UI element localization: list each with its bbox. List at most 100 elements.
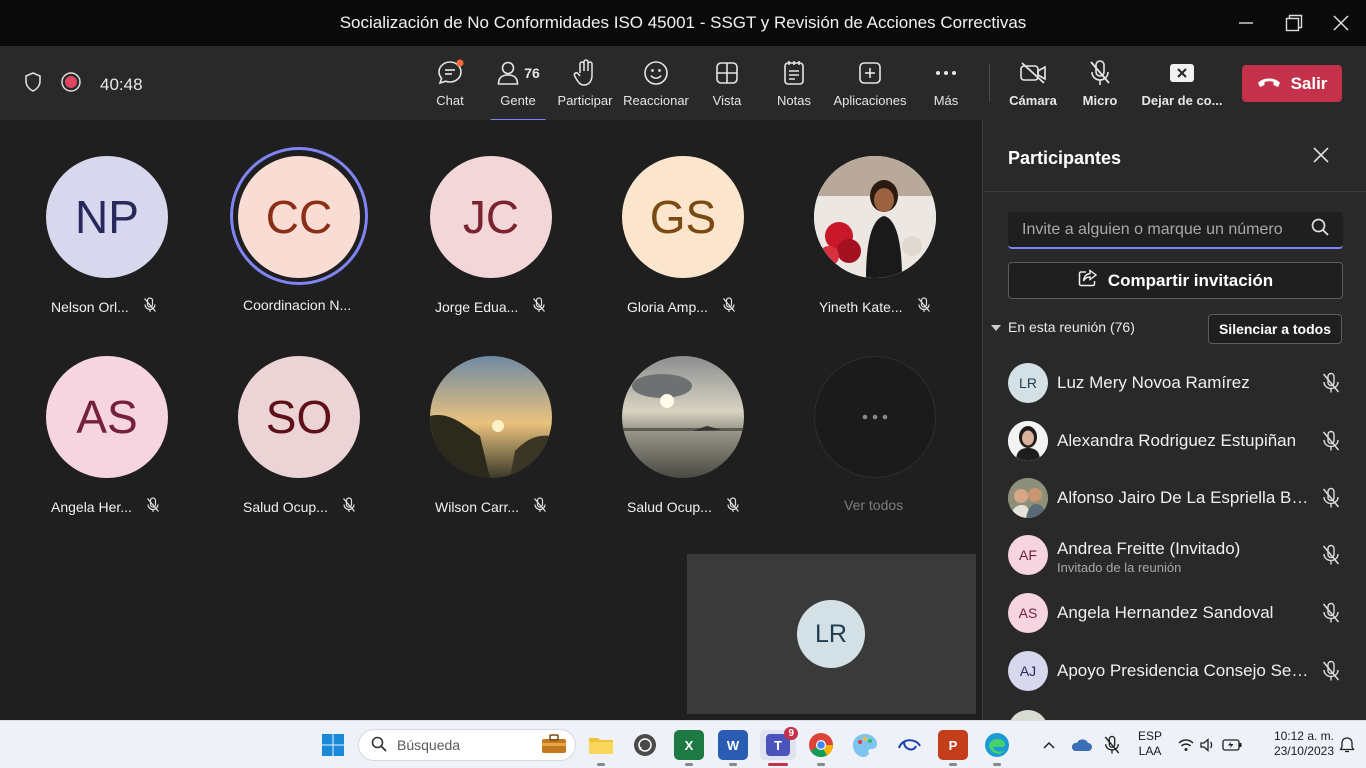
participant-row[interactable]: AS Angela Hernandez Sandoval	[983, 585, 1366, 641]
participant-photo-avatar[interactable]	[622, 356, 744, 478]
camera-off-icon	[1019, 58, 1047, 88]
windows-start-button[interactable]	[318, 730, 348, 760]
chat-button[interactable]: Chat	[434, 58, 466, 114]
powerpoint-icon[interactable]: P	[938, 730, 968, 760]
mic-label: Micro	[1082, 93, 1118, 108]
view-all-label[interactable]: Ver todos	[844, 497, 903, 513]
participant-avatar[interactable]: AS	[46, 356, 168, 478]
whatsapp-icon[interactable]	[630, 730, 660, 760]
notification-icon[interactable]	[1336, 730, 1358, 760]
participant-photo-avatar[interactable]	[814, 156, 936, 278]
leave-label: Salir	[1290, 73, 1328, 93]
mic-muted-icon	[722, 297, 736, 316]
clock[interactable]: 10:12 a. m. 23/10/2023	[1254, 729, 1334, 759]
participant-photo-avatar[interactable]	[430, 356, 552, 478]
video-stage: NP Nelson Orl... CC Coordinacion N... JC…	[0, 120, 982, 720]
clock-date: 23/10/2023	[1273, 744, 1334, 758]
participant-row[interactable]: Alfonso Jairo De La Espriella Bur...	[983, 470, 1366, 526]
apps-label: Aplicaciones	[833, 93, 907, 108]
minimize-button[interactable]	[1223, 0, 1269, 46]
wifi-icon	[1178, 739, 1194, 751]
participant-name: Andrea Freitte (Invitado)	[1057, 539, 1241, 558]
participant-avatar[interactable]: GS	[622, 156, 744, 278]
invite-search-box[interactable]	[1008, 212, 1343, 249]
teams-icon[interactable]: T 9	[760, 727, 798, 760]
participant-avatar[interactable]: SO	[238, 356, 360, 478]
mic-muted-icon	[1321, 487, 1341, 514]
running-indicator	[729, 763, 737, 766]
camera-label: Cámara	[1009, 93, 1057, 108]
apps-button[interactable]: Aplicaciones	[833, 58, 907, 114]
participant-row[interactable]: AJ Apoyo Presidencia Consejo Secci...	[983, 643, 1366, 699]
mic-muted-icon	[1321, 372, 1341, 399]
mute-all-button[interactable]: Silenciar a todos	[1208, 314, 1342, 344]
chrome-icon[interactable]	[806, 730, 836, 760]
running-indicator	[949, 763, 957, 766]
participant-row[interactable]: Alexandra Rodriguez Estupiñan	[983, 413, 1366, 469]
participant-avatar[interactable]: NP	[46, 156, 168, 278]
stop-share-icon	[1169, 58, 1195, 88]
close-panel-button[interactable]	[1313, 147, 1329, 168]
clock-time: 10:12 a. m.	[1273, 729, 1334, 743]
toolbar-divider	[989, 64, 990, 102]
participant-name: Wilson Carr...	[435, 498, 520, 515]
mic-button[interactable]: Micro	[1080, 58, 1120, 114]
avatar-initials: NP	[75, 191, 139, 243]
leave-button[interactable]: Salir	[1242, 65, 1342, 102]
language-indicator[interactable]: ESP LAA	[1136, 729, 1164, 759]
edge-icon[interactable]	[982, 730, 1012, 760]
excel-icon[interactable]: X	[674, 730, 704, 760]
close-window-button[interactable]	[1318, 0, 1364, 46]
mic-muted-tray-icon[interactable]	[1097, 730, 1127, 760]
meeting-timer: 40:48	[100, 74, 143, 94]
people-label: Gente	[500, 93, 536, 108]
participants-panel: Participantes Compartir invitación En es…	[982, 120, 1366, 730]
mic-muted-icon	[146, 497, 160, 516]
word-icon[interactable]: W	[718, 730, 748, 760]
participant-tile-label: Coordinacion N...	[243, 297, 351, 313]
participant-tile-label: Wilson Carr...	[435, 497, 547, 516]
in-meeting-section-toggle[interactable]: En esta reunión (76)	[991, 319, 1135, 335]
mic-muted-icon	[143, 297, 157, 316]
more-icon	[934, 58, 958, 88]
mic-muted-icon	[532, 297, 546, 316]
disney-icon[interactable]	[894, 730, 924, 760]
view-button[interactable]: Vista	[710, 58, 744, 114]
camera-button[interactable]: Cámara	[1008, 58, 1058, 114]
more-button[interactable]: Más	[931, 58, 961, 114]
react-button[interactable]: Reaccionar	[623, 58, 689, 114]
file-explorer-icon[interactable]	[586, 730, 616, 760]
keyboard-layout: LAA	[1138, 744, 1162, 758]
participant-row[interactable]: LR Luz Mery Novoa Ramírez	[983, 356, 1366, 412]
recording-icon	[60, 71, 82, 98]
people-icon	[497, 61, 519, 85]
participant-avatar[interactable]: CC	[238, 156, 360, 278]
share-invite-button[interactable]: Compartir invitación	[1008, 262, 1343, 299]
invite-search-input[interactable]	[1022, 220, 1302, 239]
chevron-up-icon[interactable]	[1034, 730, 1064, 760]
notes-button[interactable]: Notas	[776, 58, 812, 114]
taskbar: Búsqueda X W T 9 P ESP LAA 10:12 a. m. 2…	[0, 720, 1366, 768]
participant-row[interactable]: AF Andrea Freitte (Invitado) Invitado de…	[983, 527, 1366, 583]
restore-button[interactable]	[1271, 0, 1317, 46]
participant-avatar[interactable]: JC	[430, 156, 552, 278]
participant-name: Angela Hernandez Sandoval	[1057, 603, 1274, 622]
battery-icon	[1222, 739, 1242, 751]
paint-icon[interactable]	[850, 730, 880, 760]
people-button[interactable]: 76 Gente	[490, 58, 546, 114]
participant-tile-label: Jorge Edua...	[435, 297, 546, 316]
participant-avatar: AF	[1008, 535, 1048, 575]
section-label: En esta reunión (76)	[1008, 319, 1135, 335]
stop-sharing-button[interactable]: Dejar de co...	[1140, 58, 1224, 114]
participant-name: Gloria Amp...	[627, 298, 708, 315]
active-indicator	[768, 763, 788, 766]
participant-name: Coordinacion N...	[243, 297, 352, 313]
raise-hand-button[interactable]: Participar	[556, 58, 614, 114]
mic-muted-icon	[1321, 660, 1341, 687]
mic-muted-icon	[1321, 544, 1341, 571]
system-tray-icons[interactable]	[1176, 730, 1244, 760]
notes-icon	[783, 58, 805, 88]
onedrive-icon[interactable]	[1066, 730, 1096, 760]
view-all-button[interactable]	[814, 356, 936, 478]
taskbar-search[interactable]: Búsqueda	[358, 729, 576, 761]
